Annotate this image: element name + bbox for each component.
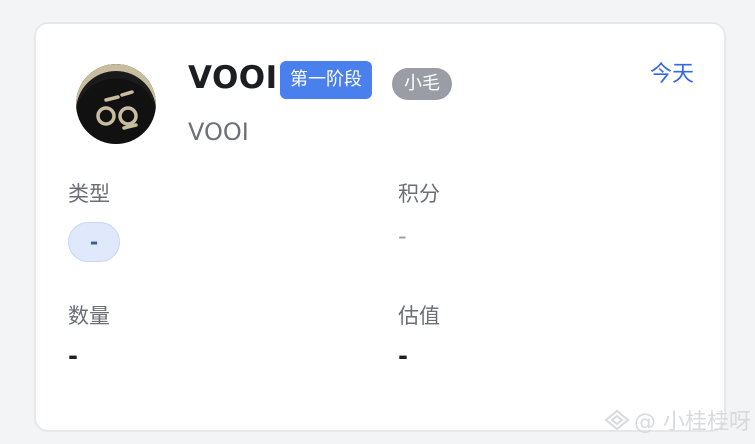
- valuation-value: -: [398, 342, 408, 370]
- type-value-pill: -: [68, 222, 120, 262]
- project-subtitle: VOOI: [188, 118, 249, 146]
- stage-badge: 第一阶段: [280, 61, 372, 99]
- weibo-like-icon: [604, 409, 630, 431]
- quantity-value: -: [68, 342, 78, 370]
- date-link[interactable]: 今天: [650, 56, 694, 88]
- watermark-text: @ 小桂桂呀: [634, 410, 751, 435]
- owner-badge: 小毛: [392, 68, 452, 100]
- project-card[interactable]: VOOI 第一阶段 小毛 今天 VOOI 类型 - 积分 - 数量 - 估值 -: [34, 22, 726, 432]
- points-label: 积分: [398, 182, 440, 206]
- watermark: @ 小桂桂呀: [604, 404, 751, 436]
- type-label: 类型: [68, 182, 110, 206]
- page: VOOI 第一阶段 小毛 今天 VOOI 类型 - 积分 - 数量 - 估值 -…: [0, 0, 755, 444]
- avatar: [76, 64, 156, 144]
- project-name: VOOI: [188, 60, 278, 96]
- valuation-label: 估值: [398, 304, 440, 328]
- points-value: -: [398, 222, 407, 250]
- quantity-label: 数量: [68, 304, 110, 328]
- glasses-logo-icon: [96, 90, 138, 130]
